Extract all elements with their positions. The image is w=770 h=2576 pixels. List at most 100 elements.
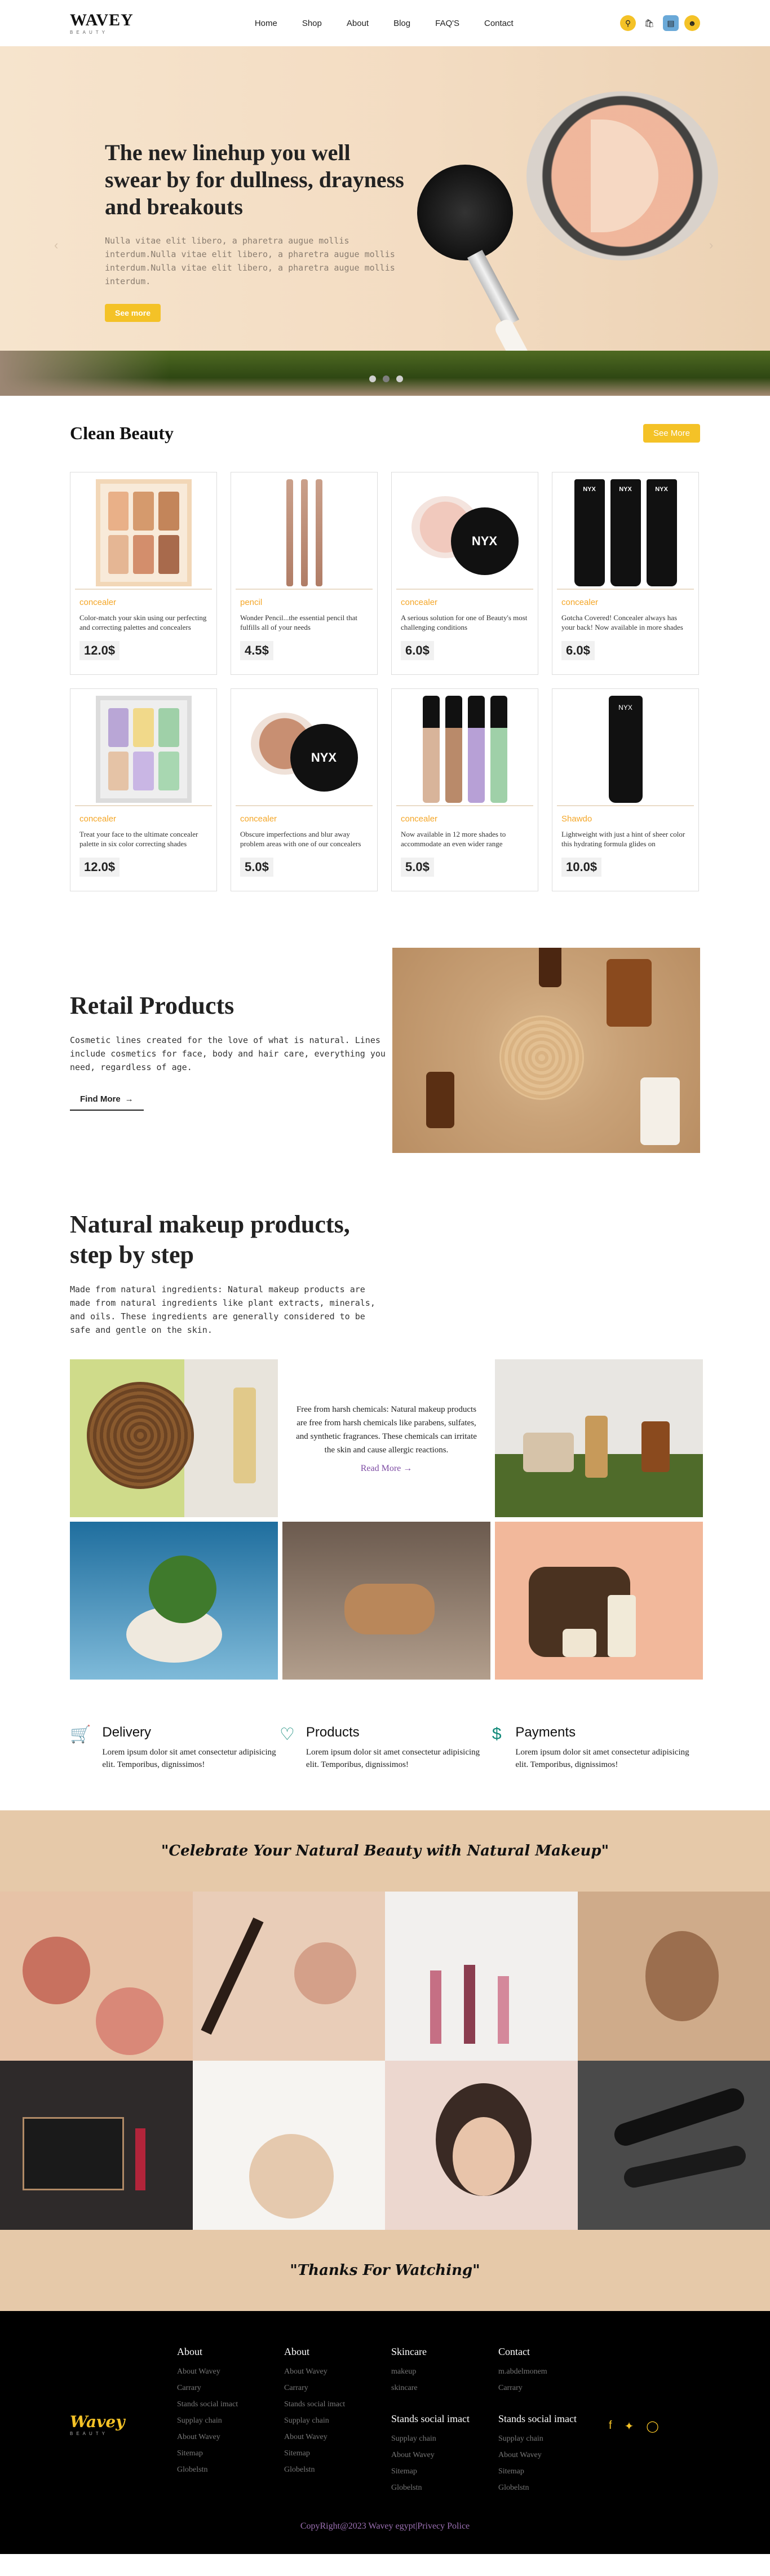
footer-link[interactable]: Sitemap bbox=[391, 2463, 498, 2480]
feature-delivery: 🛒 Delivery Lorem ipsum dolor sit amet co… bbox=[70, 1725, 280, 1771]
user-icon[interactable]: ☻ bbox=[684, 15, 700, 31]
feature-title: Products bbox=[306, 1725, 360, 1740]
slider-dot-active[interactable] bbox=[383, 375, 390, 382]
product-card[interactable]: concealer Now available in 12 more shade… bbox=[391, 688, 538, 891]
find-more-button[interactable]: Find More → bbox=[70, 1089, 144, 1111]
product-card[interactable]: pencil Wonder Pencil...the essential pen… bbox=[231, 472, 378, 675]
site-header: WAVEY BEAUTY Home Shop About Blog FAQ'S … bbox=[0, 0, 770, 46]
retail-description: Cosmetic lines created for the love of w… bbox=[70, 1035, 386, 1072]
slider-next-icon[interactable]: › bbox=[709, 238, 713, 253]
main-nav: Home Shop About Blog FAQ'S Contact bbox=[255, 19, 514, 28]
footer-heading: Contact bbox=[498, 2346, 530, 2357]
nav-shop[interactable]: Shop bbox=[302, 19, 322, 28]
footer-heading: About bbox=[177, 2346, 202, 2357]
footer-link[interactable]: Globelstn bbox=[177, 2462, 284, 2478]
product-image bbox=[236, 477, 373, 590]
product-price: 4.5$ bbox=[240, 641, 273, 660]
mosaic-image bbox=[385, 2061, 578, 2230]
footer-link[interactable]: Globelstn bbox=[391, 2480, 498, 2496]
product-description: A serious solution for one of Beauty's m… bbox=[401, 613, 528, 631]
product-image: NYX bbox=[236, 693, 373, 806]
footer-link[interactable]: About Wavey bbox=[498, 2447, 605, 2463]
nav-home[interactable]: Home bbox=[255, 19, 277, 28]
footer-link[interactable]: Supplay chain bbox=[391, 2431, 498, 2447]
footer-link[interactable]: Globelstn bbox=[498, 2480, 605, 2496]
footer-link[interactable]: Supplay chain bbox=[284, 2412, 391, 2429]
footer-link[interactable]: m.abdelmonem bbox=[498, 2363, 605, 2380]
footer-link[interactable]: Stands social imact bbox=[284, 2396, 391, 2412]
footer-link[interactable]: Sitemap bbox=[284, 2445, 391, 2462]
product-card[interactable]: NYX concealer Obscure imperfections and … bbox=[231, 688, 378, 891]
footer-link[interactable]: Carrary bbox=[284, 2380, 391, 2396]
natural-title: Natural makeup products, step by step bbox=[70, 1210, 350, 1269]
footer-link[interactable]: Sitemap bbox=[498, 2463, 605, 2480]
find-more-label: Find More bbox=[80, 1094, 121, 1104]
nav-faq[interactable]: FAQ'S bbox=[435, 19, 459, 28]
product-category: concealer bbox=[401, 814, 438, 824]
footer-link[interactable]: About Wavey bbox=[177, 2429, 284, 2445]
product-category: concealer bbox=[79, 598, 117, 607]
arrow-right-icon: → bbox=[125, 1094, 134, 1104]
search-icon[interactable]: ⚲ bbox=[620, 15, 636, 31]
card-icon[interactable]: ▤ bbox=[663, 15, 679, 31]
product-card[interactable]: concealer Treat your face to the ultimat… bbox=[70, 688, 217, 891]
feature-payments: $ Payments Lorem ipsum dolor sit amet co… bbox=[489, 1725, 699, 1771]
footer-columns: About About Wavey Carrary Stands social … bbox=[177, 2346, 605, 2496]
logo-text: WAVEY bbox=[70, 10, 134, 29]
slider-dot[interactable] bbox=[369, 375, 376, 382]
product-card[interactable]: concealer Color-match your skin using ou… bbox=[70, 472, 217, 675]
product-price: 6.0$ bbox=[561, 641, 595, 660]
hero-description: Nulla vitae elit libero, a pharetra augu… bbox=[105, 236, 395, 286]
hero-see-more-button[interactable]: See more bbox=[105, 304, 161, 322]
instagram-icon[interactable]: ◯ bbox=[646, 2419, 658, 2433]
logo[interactable]: WAVEY BEAUTY bbox=[70, 10, 134, 35]
footer-link[interactable]: Supplay chain bbox=[498, 2431, 605, 2447]
gallery-image bbox=[70, 1522, 278, 1680]
mosaic-image bbox=[0, 1892, 193, 2061]
bag-icon[interactable]: 🛍 bbox=[641, 15, 657, 31]
product-description: Obscure imperfections and blur away prob… bbox=[240, 830, 361, 848]
product-card[interactable]: NYX Shawdo Lightweight with just a hint … bbox=[552, 688, 699, 891]
footer-link[interactable]: Sitemap bbox=[177, 2445, 284, 2462]
nav-blog[interactable]: Blog bbox=[393, 19, 410, 28]
hero-text: The new linehup you well swear by for du… bbox=[105, 139, 409, 322]
mosaic-image bbox=[192, 2061, 385, 2230]
product-description: Wonder Pencil...the essential pencil tha… bbox=[240, 613, 357, 631]
product-category: concealer bbox=[79, 814, 117, 824]
product-price: 6.0$ bbox=[401, 641, 434, 660]
slider-prev-icon[interactable]: ‹ bbox=[54, 238, 58, 253]
facebook-icon[interactable]: f bbox=[609, 2419, 612, 2433]
footer-logo[interactable]: Wavey BEAUTY bbox=[70, 2412, 125, 2436]
footer-link[interactable]: Supplay chain bbox=[177, 2412, 284, 2429]
footer-link[interactable]: Carrary bbox=[177, 2380, 284, 2396]
gallery-image bbox=[495, 1359, 703, 1517]
nav-about[interactable]: About bbox=[347, 19, 369, 28]
twitter-icon[interactable]: ✦ bbox=[625, 2419, 634, 2433]
footer-link[interactable]: Globelstn bbox=[284, 2462, 391, 2478]
footer-link[interactable]: Stands social imact bbox=[177, 2396, 284, 2412]
footer-column: About About Wavey Carrary Stands social … bbox=[177, 2346, 284, 2496]
nav-contact[interactable]: Contact bbox=[484, 19, 514, 28]
footer-link[interactable]: Carrary bbox=[498, 2380, 605, 2396]
product-description: Treat your face to the ultimate conceale… bbox=[79, 830, 198, 848]
product-price: 5.0$ bbox=[401, 858, 434, 877]
see-more-button[interactable]: See More bbox=[643, 424, 700, 443]
product-image: NYX NYX NYX bbox=[557, 477, 694, 590]
footer-link[interactable]: About Wavey bbox=[284, 2363, 391, 2380]
dollar-icon: $ bbox=[492, 1725, 502, 1743]
product-price: 12.0$ bbox=[79, 641, 120, 660]
footer-link[interactable]: About Wavey bbox=[284, 2429, 391, 2445]
celebrate-text: "Celebrate Your Natural Beauty with Natu… bbox=[161, 1842, 609, 1859]
mosaic-image bbox=[192, 1892, 385, 2061]
slider-dot[interactable] bbox=[396, 375, 403, 382]
read-more-link[interactable]: Read More → bbox=[361, 1464, 413, 1474]
product-card[interactable]: NYX NYX NYX concealer Gotcha Covered! Conc… bbox=[552, 472, 699, 675]
product-image: NYX bbox=[396, 477, 533, 590]
feature-title: Delivery bbox=[102, 1725, 152, 1740]
footer-link[interactable]: skincare bbox=[391, 2380, 498, 2396]
product-card[interactable]: NYX concealer A serious solution for one… bbox=[391, 472, 538, 675]
product-price: 12.0$ bbox=[79, 858, 120, 877]
footer-link[interactable]: makeup bbox=[391, 2363, 498, 2380]
footer-link[interactable]: About Wavey bbox=[391, 2447, 498, 2463]
footer-link[interactable]: About Wavey bbox=[177, 2363, 284, 2380]
